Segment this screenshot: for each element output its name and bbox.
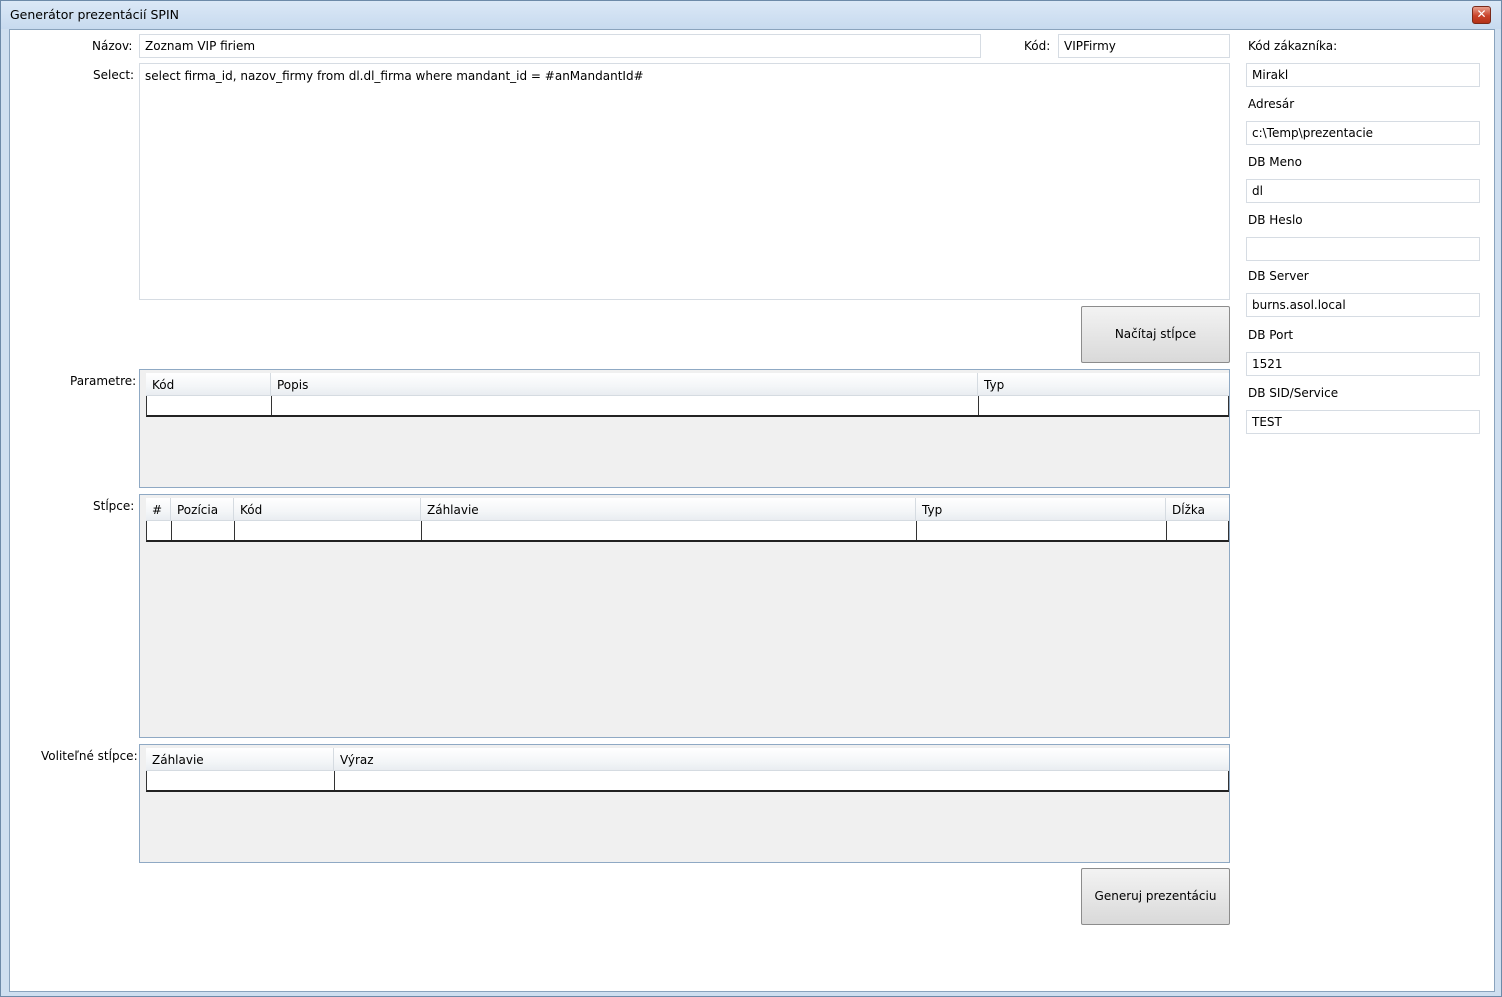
stlpce-label: Stĺpce: [93,499,135,513]
generate-presentation-button[interactable]: Generuj prezentáciu [1081,868,1230,925]
select-textarea[interactable]: select firma_id, nazov_firmy from dl.dl_… [139,63,1230,300]
parametre-label: Parametre: [70,374,137,388]
column-header[interactable]: Kód [234,498,421,521]
column-header[interactable]: Záhlavie [421,498,916,521]
load-columns-button[interactable]: Načítaj stĺpce [1081,306,1230,363]
window-title: Generátor prezentácií SPIN [10,7,179,22]
adresar-input[interactable]: c:\Temp\prezentacie [1246,121,1480,145]
table-cell[interactable] [172,521,235,540]
column-header[interactable]: Typ [978,373,1229,396]
table-cell[interactable] [147,771,335,790]
db-port-label: DB Port [1248,328,1294,342]
kod-zakaznika-label: Kód zákazníka: [1248,39,1338,53]
db-heslo-input[interactable] [1246,237,1480,261]
db-port-input[interactable]: 1521 [1246,352,1480,376]
close-icon[interactable]: ✕ [1472,6,1491,24]
parametre-grid-header: Kód Popis Typ [146,373,1229,396]
table-row[interactable] [146,521,1229,542]
column-header[interactable]: Popis [271,373,978,396]
table-row[interactable] [146,771,1229,792]
db-server-label: DB Server [1248,269,1309,283]
table-cell[interactable] [147,396,272,415]
volitelne-grid-header: Záhlavie Výraz [146,748,1229,771]
app-window: Generátor prezentácií SPIN ✕ Názov: Zozn… [0,0,1502,997]
column-header[interactable]: Výraz [334,748,1229,771]
nazov-label: Názov: [92,39,133,53]
adresar-label: Adresár [1248,97,1295,111]
table-cell[interactable] [979,396,1228,415]
select-label: Select: [93,68,135,82]
nazov-input[interactable]: Zoznam VIP firiem [139,34,981,58]
db-server-input[interactable]: burns.asol.local [1246,293,1480,317]
column-header[interactable]: # [146,498,171,521]
db-sid-label: DB SID/Service [1248,386,1339,400]
db-sid-input[interactable]: TEST [1246,410,1480,434]
volitelne-stlpce-label: Voliteľné stĺpce: [41,749,138,763]
form-area: Názov: Zoznam VIP firiem Kód: VIPFirmy S… [9,29,1495,992]
kod-label: Kód: [1024,39,1051,53]
table-cell[interactable] [422,521,917,540]
column-header[interactable]: Záhlavie [146,748,334,771]
column-header[interactable]: Typ [916,498,1166,521]
stlpce-grid-header: # Pozícia Kód Záhlavie Typ Dĺžka [146,498,1229,521]
db-meno-label: DB Meno [1248,155,1302,169]
stlpce-grid[interactable]: # Pozícia Kód Záhlavie Typ Dĺžka [139,494,1230,738]
column-header[interactable]: Kód [146,373,271,396]
parametre-grid[interactable]: Kód Popis Typ [139,369,1230,488]
table-cell[interactable] [1167,521,1228,540]
table-cell[interactable] [272,396,979,415]
table-cell[interactable] [917,521,1167,540]
title-bar[interactable]: Generátor prezentácií SPIN ✕ [1,1,1501,29]
table-row[interactable] [146,396,1229,417]
kod-zakaznika-input[interactable]: Mirakl [1246,63,1480,87]
table-cell[interactable] [235,521,422,540]
volitelne-stlpce-grid[interactable]: Záhlavie Výraz [139,744,1230,863]
table-cell[interactable] [147,521,172,540]
db-heslo-label: DB Heslo [1248,213,1303,227]
column-header[interactable]: Pozícia [171,498,234,521]
db-meno-input[interactable]: dl [1246,179,1480,203]
column-header[interactable]: Dĺžka [1166,498,1229,521]
kod-input[interactable]: VIPFirmy [1058,34,1230,58]
table-cell[interactable] [335,771,1228,790]
